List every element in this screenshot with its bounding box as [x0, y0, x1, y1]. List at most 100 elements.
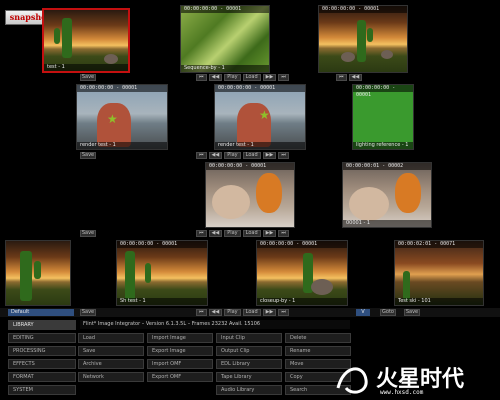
rock-shape: [104, 54, 118, 64]
clip-timecode: 00:00:00:00 - 00001: [319, 6, 407, 13]
cactus-shape: [125, 251, 135, 301]
action-save[interactable]: Save: [78, 346, 144, 356]
load-button[interactable]: Load: [242, 309, 261, 316]
clip-caption: 00001 - 1: [343, 220, 431, 227]
category-library[interactable]: LIBRARY: [8, 320, 76, 330]
load-button[interactable]: Load: [242, 230, 261, 237]
clip-thumbnail-8[interactable]: 00:00:00:01 - 00002 00001 - 1: [342, 162, 432, 228]
default-dropdown[interactable]: Default: [8, 309, 74, 316]
cactus-shape: [367, 28, 373, 42]
next-button[interactable]: ⏭: [278, 152, 289, 159]
clip-thumbnail-9[interactable]: [5, 240, 71, 306]
rewind-button[interactable]: ◀◀: [208, 152, 223, 159]
clip-thumbnail-5[interactable]: 00:00:00:00 - 00001 ★ render test - 1: [214, 84, 306, 150]
category-editing[interactable]: EDITING: [8, 333, 76, 343]
watermark-url: www.hxsd.com: [380, 389, 424, 396]
v-button[interactable]: V: [356, 309, 370, 316]
action-rename[interactable]: Rename: [285, 346, 351, 356]
rewind-button[interactable]: ◀◀: [208, 74, 223, 81]
play-button[interactable]: Play: [224, 152, 241, 159]
clip-thumbnail-10[interactable]: 00:00:00:00 - 00001 Sh test - 1: [116, 240, 208, 306]
clip-thumbnail-7[interactable]: 00:00:00:00 - 00001: [205, 162, 295, 228]
status-line: Flint* Image Integrator – Version 6.1.3.…: [80, 320, 350, 329]
save-button[interactable]: Save: [80, 152, 96, 159]
clip-thumbnail-11[interactable]: 00:00:00:00 - 00001 closeup-by - 1: [256, 240, 348, 306]
action-edl-library[interactable]: EDL Library: [216, 359, 282, 369]
clip-timecode: 00:00:00:00 - 00001: [117, 241, 207, 248]
play-button[interactable]: Play: [224, 74, 241, 81]
save-button[interactable]: Save: [404, 309, 420, 316]
forward-button[interactable]: ▶▶: [262, 309, 277, 316]
category-processing[interactable]: PROCESSING: [8, 346, 76, 356]
rewind-button[interactable]: ◀◀: [348, 74, 363, 81]
action-load[interactable]: Load: [78, 333, 144, 343]
transport-controls: ⏮ ◀◀ Play Load ▶▶ ⏭: [196, 74, 289, 81]
prev-button[interactable]: ⏮: [196, 309, 207, 316]
clip-caption: Sequence-by - 1: [181, 65, 269, 72]
clip-caption: test - 1: [44, 64, 128, 71]
clip-timecode: 00:00:00:00 - 00001: [215, 85, 305, 92]
prev-button[interactable]: ⏮: [196, 74, 207, 81]
action-output-clip[interactable]: Output Clip: [216, 346, 282, 356]
forward-button[interactable]: ▶▶: [262, 152, 277, 159]
action-import-omf[interactable]: Import OMF: [147, 359, 213, 369]
save-button[interactable]: Save: [80, 309, 96, 316]
forward-button[interactable]: ▶▶: [262, 74, 277, 81]
action-archive[interactable]: Archive: [78, 359, 144, 369]
play-button[interactable]: Play: [224, 230, 241, 237]
prev-button[interactable]: ⏮: [196, 230, 207, 237]
clip-thumbnail-12[interactable]: 00:00:02:01 - 00071 Test ski - 101: [394, 240, 484, 306]
clip-thumbnail-2[interactable]: 00:00:00:00 - 00001 Sequence-by - 1: [180, 5, 270, 73]
clip-timecode: 00:00:00:00 - 00001: [181, 6, 269, 13]
action-export-omf[interactable]: Export OMF: [147, 372, 213, 382]
action-export-image[interactable]: Export Image: [147, 346, 213, 356]
save-button[interactable]: Save: [80, 74, 96, 81]
cactus-shape: [34, 261, 41, 279]
action-audio-library[interactable]: Audio Library: [216, 385, 282, 395]
rewind-button[interactable]: ◀◀: [208, 230, 223, 237]
next-button[interactable]: ⏭: [278, 74, 289, 81]
rewind-button[interactable]: ◀◀: [208, 309, 223, 316]
action-network[interactable]: Network: [78, 372, 144, 382]
clip-caption: lighting reference - 1: [353, 142, 413, 149]
rock-shape: [311, 279, 333, 295]
clip-timecode: 00:00:02:01 - 00071: [395, 241, 483, 248]
clip-caption: render test - 1: [77, 142, 167, 149]
play-button[interactable]: Play: [224, 309, 241, 316]
category-effects[interactable]: EFFECTS: [8, 359, 76, 369]
category-format[interactable]: FORMAT: [8, 372, 76, 382]
cactus-shape: [54, 28, 60, 44]
prev-button[interactable]: ⏮: [336, 74, 347, 81]
action-delete[interactable]: Delete: [285, 333, 351, 343]
transport-controls: ⏮ ◀◀: [336, 74, 363, 81]
action-tape-library[interactable]: Tape Library: [216, 372, 282, 382]
clip-timecode: 00:00:00:00 - 00001: [206, 163, 294, 170]
clip-thumbnail-1[interactable]: test - 1: [42, 8, 130, 73]
next-button[interactable]: ⏭: [278, 230, 289, 237]
cactus-shape: [20, 251, 32, 301]
clip-timecode: 00:00:00:00 - 00001: [77, 85, 167, 92]
toy-figure-shape: [256, 173, 282, 213]
save-button[interactable]: Save: [80, 230, 96, 237]
hand-shape: [212, 185, 250, 219]
forward-button[interactable]: ▶▶: [262, 230, 277, 237]
toy-figure-shape: [395, 173, 421, 213]
clip-thumbnail-6[interactable]: 00:00:00:00 - 00001 lighting reference -…: [352, 84, 414, 150]
clip-thumbnail-3[interactable]: 00:00:00:00 - 00001: [318, 5, 408, 73]
rock-shape: [341, 52, 355, 62]
goto-button[interactable]: Goto: [380, 309, 396, 316]
cactus-shape: [145, 263, 151, 283]
cactus-shape: [357, 20, 366, 62]
action-import-image[interactable]: Import Image: [147, 333, 213, 343]
load-button[interactable]: Load: [242, 74, 261, 81]
hand-shape: [349, 187, 389, 221]
star-icon: ★: [259, 108, 270, 122]
clip-thumbnail-4[interactable]: 00:00:00:00 - 00001 ★ render test - 1: [76, 84, 168, 150]
prev-button[interactable]: ⏮: [196, 152, 207, 159]
category-system[interactable]: SYSTEM: [8, 385, 76, 395]
cactus-shape: [62, 18, 72, 58]
next-button[interactable]: ⏭: [278, 309, 289, 316]
action-input-clip[interactable]: Input Clip: [216, 333, 282, 343]
load-button[interactable]: Load: [242, 152, 261, 159]
rock-shape: [381, 50, 393, 59]
